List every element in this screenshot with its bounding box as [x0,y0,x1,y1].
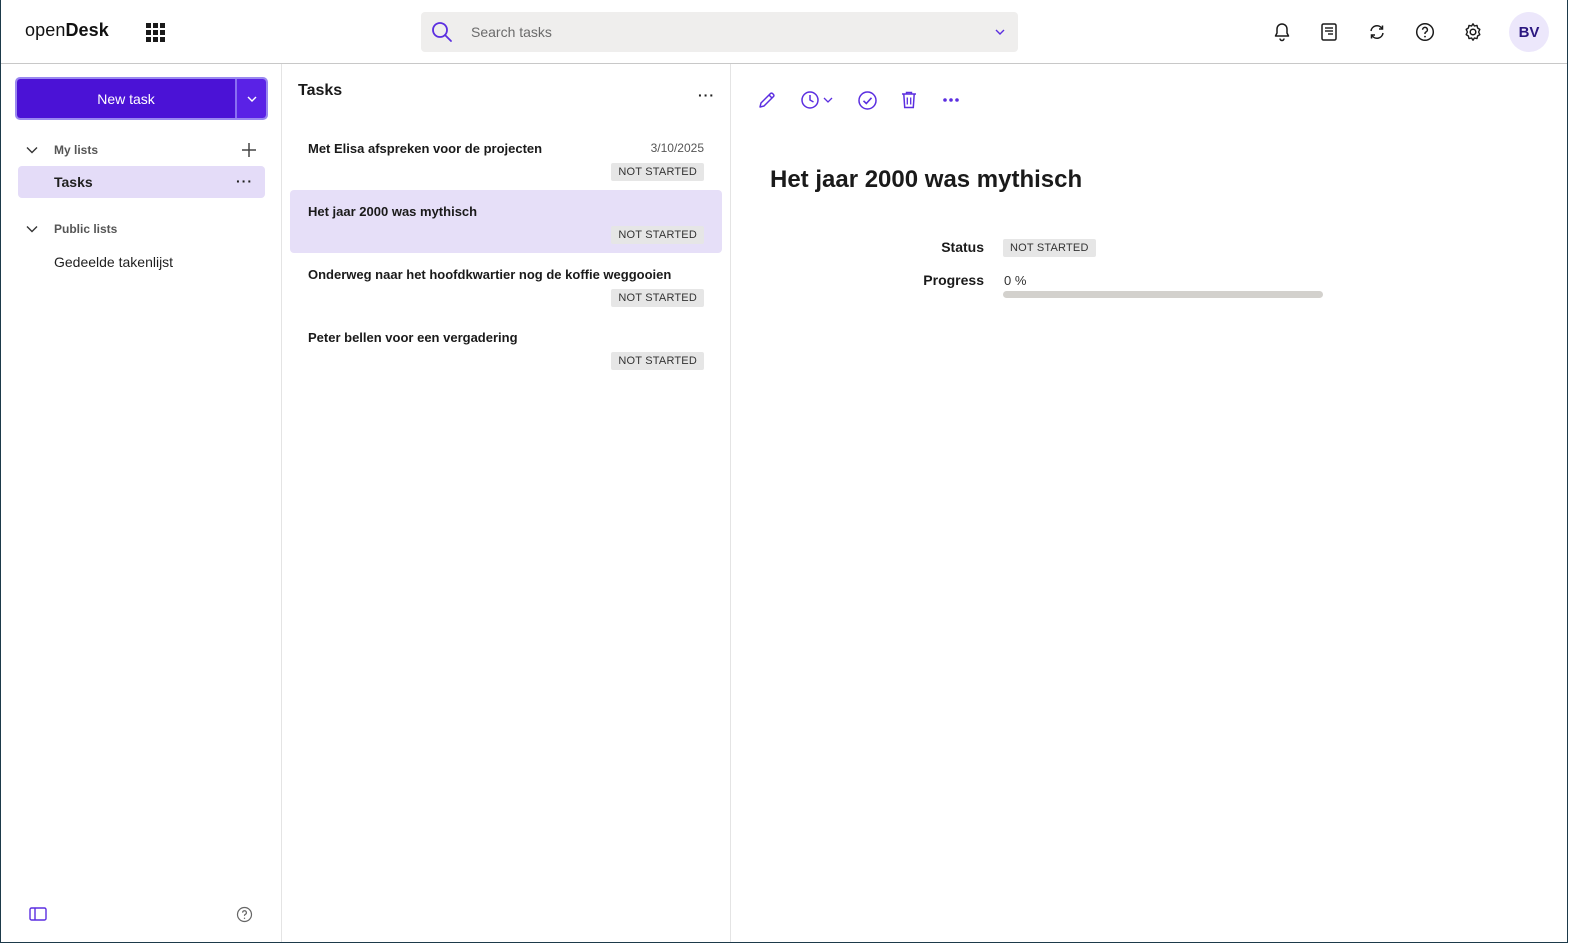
edit-icon[interactable] [755,86,779,114]
search-input[interactable] [471,12,971,52]
task-name: Onderweg naar het hoofdkwartier nog de k… [308,267,672,282]
status-badge: NOT STARTED [611,289,704,307]
my-lists-section-header[interactable]: My lists [21,138,265,162]
bell-icon[interactable] [1266,16,1298,48]
task-name: Het jaar 2000 was mythisch [308,204,478,219]
public-lists-section-header[interactable]: Public lists [21,217,265,241]
progress-label: Progress [923,272,984,288]
sidebar: New task My lists Tasks ··· Public lists… [1,64,282,942]
sidebar-item-label: Gedeelde takenlijst [54,254,174,270]
task-detail-title: Het jaar 2000 was mythisch [770,166,1083,193]
reminder-dropdown-button[interactable] [797,86,837,114]
more-options-icon[interactable] [939,86,963,114]
help-icon[interactable] [236,906,253,923]
task-list-title: Tasks [298,82,343,99]
more-options-icon[interactable]: ··· [698,88,715,102]
gear-icon[interactable] [1457,16,1489,48]
opendesk-logo[interactable]: openDesk [25,20,109,41]
sidebar-item-label: Tasks [54,174,93,190]
new-task-split-button: New task [15,77,268,120]
toggle-sidebar-icon[interactable] [29,906,47,922]
new-task-dropdown-button[interactable] [235,79,266,118]
new-task-button[interactable]: New task [17,79,235,118]
search-bar[interactable] [421,12,1018,52]
task-item[interactable]: Peter bellen voor een vergadering NOT ST… [290,316,722,379]
task-item[interactable]: Onderweg naar het hoofdkwartier nog de k… [290,253,722,316]
status-badge: NOT STARTED [611,226,704,244]
user-avatar[interactable]: BV [1509,12,1549,52]
status-badge: NOT STARTED [611,163,704,181]
chevron-down-icon [823,97,833,103]
status-badge[interactable]: NOT STARTED [1003,239,1096,257]
chevron-down-icon [247,96,256,102]
trash-icon[interactable] [897,86,921,114]
status-badge: NOT STARTED [611,352,704,370]
top-bar: openDesk BV [1,0,1567,64]
app-grid-icon[interactable] [143,20,167,44]
add-list-icon[interactable] [239,140,259,160]
search-icon [432,22,452,42]
task-item[interactable]: Met Elisa afspreken voor de projecten 3/… [290,127,722,190]
task-detail-panel: Het jaar 2000 was mythisch Status NOT ST… [731,64,1567,942]
public-lists-label: Public lists [54,222,118,236]
task-name: Met Elisa afspreken voor de projecten [308,141,543,156]
progress-bar[interactable] [1003,291,1323,298]
status-label: Status [941,239,984,255]
help-icon[interactable] [1409,16,1441,48]
notes-icon[interactable] [1313,16,1345,48]
app-window: openDesk BV [0,0,1568,943]
my-lists-label: My lists [54,143,99,157]
progress-value: 0 % [1004,273,1027,288]
chevron-down-icon[interactable] [994,26,1006,38]
clock-icon [801,91,819,109]
task-item[interactable]: Het jaar 2000 was mythisch NOT STARTED [290,190,722,253]
sync-icon[interactable] [1361,16,1393,48]
task-name: Peter bellen voor een vergadering [308,330,518,345]
complete-check-icon[interactable] [855,86,879,114]
sidebar-item-gedeelde-takenlijst[interactable]: Gedeelde takenlijst [18,246,265,278]
task-list-panel: Tasks ··· Met Elisa afspreken voor de pr… [282,64,731,942]
chevron-down-icon[interactable] [21,139,43,161]
more-options-icon[interactable]: ··· [236,174,253,188]
task-due-date: 3/10/2025 [650,141,704,155]
chevron-down-icon[interactable] [21,218,43,240]
sidebar-item-tasks[interactable]: Tasks ··· [18,166,265,198]
